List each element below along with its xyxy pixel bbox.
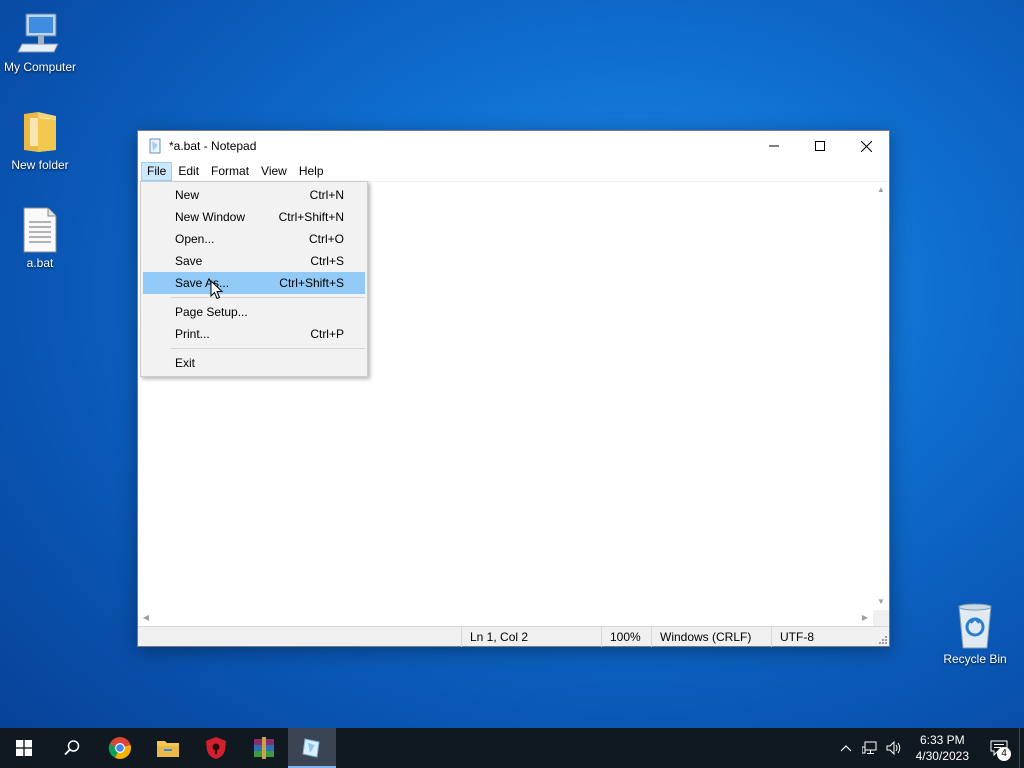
computer-icon	[16, 10, 64, 58]
notification-badge: 4	[997, 747, 1011, 761]
menu-separator	[171, 348, 365, 349]
scroll-left-icon[interactable]: ◀	[138, 610, 154, 626]
menu-item-shortcut: Ctrl+S	[310, 254, 344, 268]
scroll-down-icon[interactable]: ▼	[873, 594, 889, 610]
menu-item-shortcut: Ctrl+O	[308, 232, 344, 246]
menu-item-shortcut: Ctrl+P	[310, 327, 344, 341]
desktop-icon-label: a.bat	[26, 256, 54, 270]
menu-item-save[interactable]: Save Ctrl+S	[143, 250, 365, 272]
menu-format[interactable]: Format	[205, 162, 255, 181]
search-icon	[64, 740, 80, 756]
recycle-bin-icon	[951, 602, 999, 650]
start-button[interactable]	[0, 728, 48, 768]
scroll-right-icon[interactable]: ▶	[857, 610, 873, 626]
clock-date: 4/30/2023	[915, 749, 969, 763]
folder-icon	[16, 108, 64, 156]
scroll-up-icon[interactable]: ▲	[873, 182, 889, 198]
menu-item-label: Open...	[175, 232, 215, 246]
notepad-icon	[302, 738, 320, 758]
start-icon	[16, 740, 32, 756]
taskbar-notepad[interactable]	[288, 728, 336, 768]
chevron-up-icon	[840, 745, 852, 752]
desktop-icon-recycle-bin[interactable]: Recycle Bin	[935, 602, 1015, 666]
taskbar-file-explorer[interactable]	[144, 728, 192, 768]
menu-edit[interactable]: Edit	[172, 162, 205, 181]
status-bar: Ln 1, Col 2 100% Windows (CRLF) UTF-8	[138, 626, 889, 647]
system-tray: 6:33 PM 4/30/2023 4	[834, 728, 1024, 768]
desktop-icon-label: New folder	[11, 158, 69, 172]
menu-item-new-window[interactable]: New Window Ctrl+Shift+N	[143, 206, 365, 228]
menu-item-shortcut: Ctrl+Shift+N	[278, 210, 344, 224]
menu-item-label: Exit	[175, 356, 196, 370]
resize-grip-icon[interactable]	[877, 634, 887, 644]
menu-item-label: New Window	[175, 210, 246, 224]
menu-item-open[interactable]: Open... Ctrl+O	[143, 228, 365, 250]
minimize-icon	[769, 145, 779, 147]
menu-item-print[interactable]: Print... Ctrl+P	[143, 323, 365, 345]
menu-item-label: Save	[175, 254, 203, 268]
status-cursor-position: Ln 1, Col 2	[461, 627, 601, 647]
clock[interactable]: 6:33 PM 4/30/2023	[906, 732, 979, 764]
network-button[interactable]	[858, 728, 882, 768]
menu-separator	[171, 297, 365, 298]
search-button[interactable]	[48, 728, 96, 768]
maximize-button[interactable]	[797, 131, 843, 161]
window-title: *a.bat - Notepad	[169, 139, 257, 153]
menu-bar: File Edit Format View Help	[138, 161, 889, 181]
status-line-ending: Windows (CRLF)	[651, 627, 771, 647]
horizontal-scrollbar[interactable]: ◀ ▶	[138, 610, 873, 626]
menu-item-label: Page Setup...	[175, 305, 248, 319]
desktop-icon-label: Recycle Bin	[943, 652, 1007, 666]
volume-button[interactable]	[882, 728, 906, 768]
status-encoding: UTF-8	[771, 627, 881, 647]
taskbar-chrome[interactable]	[96, 728, 144, 768]
file-menu-dropdown: New Ctrl+N New Window Ctrl+Shift+N Open.…	[140, 181, 368, 377]
network-icon	[861, 741, 877, 754]
volume-icon	[886, 741, 900, 755]
mouse-cursor-icon	[210, 280, 224, 300]
scrollbar-corner	[873, 610, 889, 626]
winrar-icon	[254, 737, 274, 759]
menu-item-label: New	[175, 188, 200, 202]
show-desktop-button[interactable]	[1019, 728, 1024, 768]
desktop-icon-a-bat[interactable]: a.bat	[0, 206, 80, 270]
desktop-icon-my-computer[interactable]: My Computer	[0, 10, 80, 74]
status-zoom: 100%	[601, 627, 651, 647]
status-spacer	[138, 627, 461, 646]
title-bar[interactable]: *a.bat - Notepad	[138, 131, 889, 161]
menu-view[interactable]: View	[255, 162, 293, 181]
menu-item-new[interactable]: New Ctrl+N	[143, 184, 365, 206]
menu-file[interactable]: File	[141, 161, 173, 181]
menu-help[interactable]: Help	[293, 162, 330, 181]
clock-time: 6:33 PM	[919, 733, 965, 747]
close-icon	[860, 140, 872, 152]
batch-file-icon	[16, 206, 64, 254]
taskbar: 6:33 PM 4/30/2023 4	[0, 728, 1024, 768]
notepad-icon	[147, 138, 163, 154]
taskbar-shield-app[interactable]	[192, 728, 240, 768]
menu-item-page-setup[interactable]: Page Setup...	[143, 301, 365, 323]
maximize-icon	[815, 141, 825, 151]
menu-item-shortcut: Ctrl+N	[309, 188, 344, 202]
shield-app-icon	[206, 737, 226, 759]
menu-item-shortcut: Ctrl+Shift+S	[279, 276, 344, 290]
file-explorer-icon	[157, 741, 179, 757]
show-hidden-icons-button[interactable]	[834, 728, 858, 768]
desktop-icon-new-folder[interactable]: New folder	[0, 108, 80, 172]
minimize-button[interactable]	[751, 131, 797, 161]
vertical-scrollbar[interactable]: ▲ ▼	[873, 182, 889, 610]
desktop-icon-label: My Computer	[3, 60, 77, 74]
close-button[interactable]	[843, 131, 889, 161]
taskbar-winrar[interactable]	[240, 728, 288, 768]
menu-item-save-as[interactable]: Save As... Ctrl+Shift+S	[143, 272, 365, 294]
menu-item-exit[interactable]: Exit	[143, 352, 365, 374]
notification-center-button[interactable]: 4	[979, 728, 1019, 768]
chrome-icon	[108, 737, 131, 759]
menu-item-label: Print...	[175, 327, 210, 341]
